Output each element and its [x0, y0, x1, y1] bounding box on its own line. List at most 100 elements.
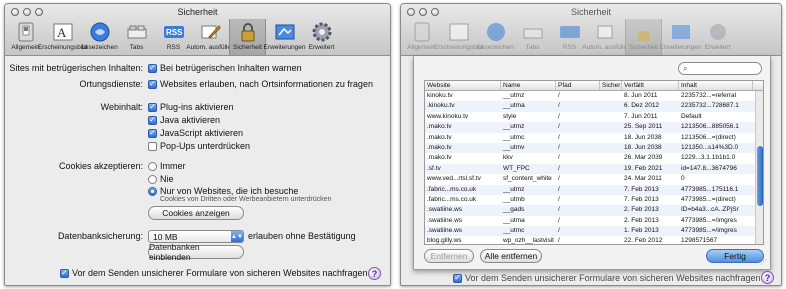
cell-name: __utmc	[503, 227, 525, 235]
cell-content: 1213506...=(direct)	[681, 133, 736, 141]
cell-secure	[600, 112, 622, 122]
table-row[interactable]: www.ved...rtsl.sf.tv sf_content_white / 24.…	[425, 174, 763, 184]
java-checkbox[interactable]: ✓ Java aktivieren	[148, 115, 220, 125]
cell-expires: 2. Feb 2013	[624, 216, 659, 224]
fraud-warning-checkbox[interactable]: ✓ Bei betrügerischen Inhalten warnen	[148, 63, 302, 73]
cookies-sheet-window: Sicherheit Allgemein Erscheinungsbild Le…	[400, 3, 782, 286]
cell-path: /	[558, 237, 560, 245]
cell-secure	[600, 195, 622, 205]
cell-name: wp_ozh__lastvisit	[503, 237, 554, 245]
cookies-visited-radio[interactable]: Nur von Websites, die ich besuche	[148, 186, 298, 196]
cookies-sheet: ⌕ Website Name Pfad Sicher Verfällt Inha…	[413, 56, 771, 270]
cell-secure	[600, 174, 622, 184]
tabs-icon	[522, 21, 544, 43]
done-button[interactable]: Fertig	[706, 249, 764, 263]
cookies-table: Website Name Pfad Sicher Verfällt Inhalt…	[424, 80, 764, 245]
tab-bookmarks[interactable]: Lesezeichen	[81, 19, 118, 55]
cell-website: .mako.tv	[427, 133, 452, 141]
cookies-always-radio[interactable]: Immer	[148, 161, 186, 171]
cell-content: 1213506...885056.1	[681, 123, 739, 131]
checkbox-checked-icon: ✓	[148, 115, 157, 125]
table-row[interactable]: kinoku.tv __utmz / 8. Jun 2011 2235732...=re…	[425, 91, 763, 101]
help-button[interactable]: ?	[761, 271, 774, 284]
tab-advanced[interactable]: Erweitert	[699, 19, 736, 55]
appearance-a-icon: A	[52, 21, 74, 43]
plugins-checkbox[interactable]: ✓ Plug-ins aktivieren	[148, 102, 234, 112]
tab-security[interactable]: Sicherheit	[229, 19, 266, 55]
table-row[interactable]: .mako.tv __utmv / 18. Jun 2038 121350...s14%…	[425, 142, 763, 154]
table-scrollbar[interactable]	[755, 91, 763, 244]
tab-appearance[interactable]: Erscheinungsbild	[434, 19, 483, 55]
checkbox-checked-icon: ✓	[148, 128, 157, 138]
tab-tabs[interactable]: Tabs	[514, 19, 551, 55]
cell-path: /	[558, 102, 560, 110]
cell-expires: 1. Feb 2013	[624, 227, 659, 235]
column-header-website[interactable]: Website	[425, 81, 501, 90]
javascript-checkbox[interactable]: ✓ JavaScript aktivieren	[148, 128, 243, 138]
cell-name: __utma	[503, 102, 525, 110]
column-header-secure[interactable]: Sicher	[600, 81, 622, 90]
form-warning-checkbox[interactable]: ✓ Vor dem Senden unsicherer Formulare von…	[453, 273, 761, 283]
show-databases-button[interactable]: Datenbanken einblenden	[148, 242, 244, 262]
db-label: Datenbanksicherung:	[57, 231, 143, 241]
cookie-search-field[interactable]: ⌕	[678, 62, 762, 75]
cell-website: kinoku.tv	[427, 92, 453, 99]
cell-path: /	[558, 123, 560, 131]
tab-autofill[interactable]: Autom. ausfüllen	[582, 19, 631, 55]
cell-content: 0	[681, 175, 685, 183]
table-row[interactable]: .sf.tv WT_FPC / 19. Feb 2021 id=147.8...3674…	[425, 163, 763, 175]
cell-content: 121350...s14%3D.0	[681, 143, 739, 151]
table-row[interactable]: .swatiine.ws __utmc / 1. Feb 2013 4773985...…	[425, 226, 763, 237]
scrollbar-thumb[interactable]	[757, 146, 763, 206]
remove-button[interactable]: Entfernen	[424, 249, 474, 263]
cookies-label: Cookies akzeptieren:	[58, 161, 143, 171]
tab-bookmarks[interactable]: Lesezeichen	[477, 19, 514, 55]
table-row[interactable]: .mako.tv kkv / 26. Mar 2039 1229...3.1.1b1b1…	[425, 153, 763, 163]
advanced-gear-icon	[311, 21, 333, 43]
location-label: Ortungsdienste:	[79, 79, 143, 89]
tab-tabs[interactable]: Tabs	[118, 19, 155, 55]
tab-security[interactable]: Sicherheit	[625, 19, 662, 55]
cell-website: .mako.tv	[427, 154, 452, 162]
form-warning-checkbox[interactable]: ✓ Vor dem Senden unsicherer Formulare von…	[60, 268, 368, 278]
cell-expires: 24. Mar 2011	[624, 175, 662, 183]
column-header-expires[interactable]: Verfällt	[622, 81, 679, 90]
cell-path: /	[558, 143, 560, 151]
advanced-gear-icon	[707, 21, 729, 43]
titlebar: Sicherheit Allgemein Erscheinungsbild Le…	[401, 4, 781, 56]
tab-advanced[interactable]: Erweitert	[303, 19, 340, 55]
table-row[interactable]: .fabric...ms.co.uk __utmb / 7. Feb 2013 4773…	[425, 195, 763, 205]
tab-extensions[interactable]: Erweiterungen	[660, 19, 701, 55]
table-row[interactable]: blog.gilly.ws wp_ozh__lastvisit / 22. Feb 2…	[425, 236, 763, 245]
table-row[interactable]: .fabric...ms.co.uk __utmz / 7. Feb 2013 4773…	[425, 184, 763, 195]
resize-grip-icon[interactable]: ⋰	[760, 258, 767, 266]
show-cookies-button[interactable]: Cookies anzeigen	[148, 206, 244, 220]
table-row[interactable]: .swatiine.ws __gads / 2. Feb 2013 ID=b4a3...…	[425, 205, 763, 216]
cell-expires: 18. Jun 2038	[624, 133, 662, 141]
cell-website: .swatiine.ws	[427, 206, 463, 214]
radio-icon	[148, 174, 157, 184]
table-row[interactable]: .mako.tv __utmz / 25. Sep 2011 1213506...885…	[425, 122, 763, 133]
table-row[interactable]: .mako.tv __utmc / 18. Jun 2038 1213506...=(d…	[425, 133, 763, 143]
remove-all-button[interactable]: Alle entfernen	[480, 249, 542, 263]
table-row[interactable]: www.kinoku.tv style / 7. Jun 2011 Default	[425, 112, 763, 122]
cookies-never-radio[interactable]: Nie	[148, 174, 174, 184]
column-header-content[interactable]: Inhalt	[679, 81, 753, 90]
rss-icon: RSS	[163, 21, 185, 43]
location-checkbox[interactable]: ✓ Websites erlauben, nach Ortsinformation…	[148, 79, 373, 89]
tab-autofill[interactable]: Autom. ausfüllen	[186, 19, 235, 55]
cell-secure	[600, 153, 622, 163]
cell-path: /	[558, 133, 560, 141]
tab-extensions[interactable]: Erweiterungen	[264, 19, 305, 55]
popups-checkbox[interactable]: Pop-Ups unterdrücken	[148, 141, 250, 151]
checkbox-unchecked-icon	[148, 141, 157, 151]
security-lock-icon	[237, 21, 259, 43]
table-row[interactable]: .swatiine.ws __utma / 2. Feb 2013 4773985...…	[425, 216, 763, 226]
column-header-path[interactable]: Pfad	[556, 81, 600, 90]
window-title: Sicherheit	[177, 7, 218, 17]
column-header-name[interactable]: Name	[501, 81, 556, 90]
tab-appearance[interactable]: A Erscheinungsbild	[38, 19, 87, 55]
table-row[interactable]: .kinoku.tv __utma / 6. Dez 2012 2235732...72…	[425, 101, 763, 112]
help-button[interactable]: ?	[368, 267, 381, 280]
checkbox-checked-icon: ✓	[148, 102, 157, 112]
